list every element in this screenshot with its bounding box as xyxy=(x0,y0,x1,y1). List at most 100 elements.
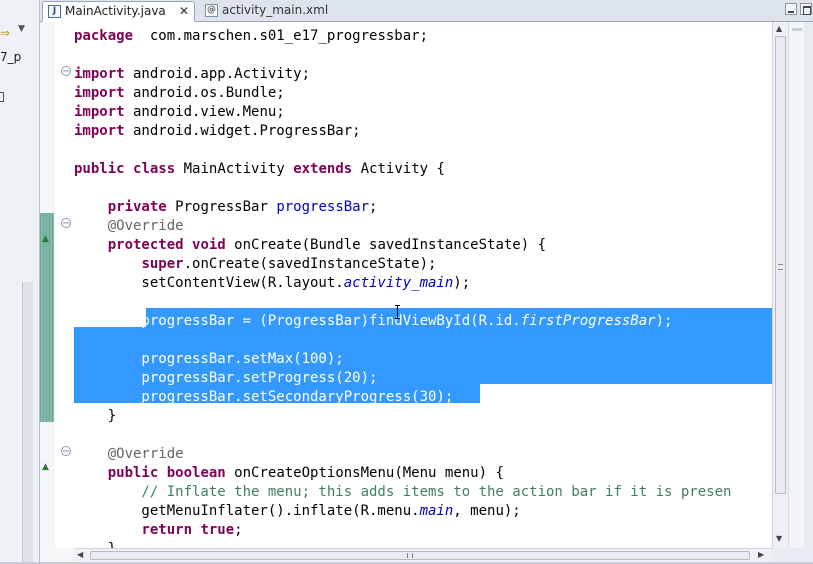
scroll-up-icon[interactable]: ▲ xyxy=(776,24,782,33)
code-line[interactable]: getMenuInflater().inflate(R.menu.main, m… xyxy=(74,502,521,521)
code-line[interactable]: progressBar.setMax(100); xyxy=(74,350,343,369)
code-token: progressBar = (ProgressBar)findViewById(… xyxy=(74,313,521,329)
code-line[interactable]: protected void onCreate(Bundle savedInst… xyxy=(74,236,546,255)
link-editor-icon[interactable]: ⇒ xyxy=(0,24,14,42)
changed-lines-marker xyxy=(40,213,54,422)
scroll-left-icon[interactable]: ◀ xyxy=(77,550,83,559)
code-line[interactable]: public class MainActivity extends Activi… xyxy=(74,160,445,179)
fold-toggle-icon[interactable]: − xyxy=(61,446,71,457)
code-line[interactable]: progressBar = (ProgressBar)findViewById(… xyxy=(74,312,672,331)
code-token: protected xyxy=(107,237,184,253)
code-line[interactable]: import android.os.Bundle; xyxy=(74,84,285,103)
code-token: main xyxy=(419,503,454,519)
code-token: void xyxy=(192,237,226,253)
code-line[interactable]: public boolean onCreateOptionsMenu(Menu … xyxy=(74,464,504,483)
code-token: import xyxy=(74,66,125,82)
project-tree-item[interactable]: 7_p xyxy=(0,50,30,64)
tab-label: MainActivity.java xyxy=(65,4,166,18)
tab-activity-main-xml[interactable]: @ activity_main.xml xyxy=(200,1,360,22)
code-token: .onCreate(savedInstanceState); xyxy=(183,256,437,272)
code-token: , menu); xyxy=(453,503,521,519)
code-token: class xyxy=(133,161,176,177)
scroll-down-icon[interactable]: ▼ xyxy=(776,534,782,543)
code-token: MainActivity xyxy=(175,161,294,177)
fold-toggle-icon[interactable]: − xyxy=(61,218,71,229)
code-line[interactable]: progressBar.setSecondaryProgress(30); xyxy=(74,388,453,407)
package-explorer-edge: ⇒ ▼ 7_p xyxy=(0,0,40,564)
override-marker-icon: ▲ xyxy=(42,462,49,472)
code-token: onCreate(Bundle savedInstanceState) { xyxy=(225,237,547,253)
code-line[interactable]: import android.app.Activity; xyxy=(74,65,310,84)
view-menu-icon[interactable]: ▼ xyxy=(18,24,25,34)
code-line[interactable]: package com.marschen.s01_e17_progressbar… xyxy=(74,27,428,46)
minimize-button[interactable] xyxy=(785,3,797,15)
horizontal-scrollbar[interactable]: ◀ ▶ xyxy=(74,548,772,562)
code-token: onCreateOptionsMenu(Menu menu) { xyxy=(225,465,504,481)
code-token: ; xyxy=(369,199,378,215)
code-line[interactable]: return true; xyxy=(74,521,243,540)
overview-marker[interactable] xyxy=(792,28,802,31)
xml-file-icon: @ xyxy=(205,4,218,17)
code-line[interactable]: import android.widget.ProgressBar; xyxy=(74,122,361,141)
code-token: ); xyxy=(655,313,673,329)
code-editor[interactable]: ▲ ▲ − − − package com.marschen.s01_e17_p… xyxy=(40,22,772,548)
code-token: getMenuInflater().inflate(R.menu. xyxy=(74,503,420,519)
code-token: } xyxy=(74,408,117,424)
code-token: return xyxy=(141,522,193,538)
text-cursor-icon xyxy=(395,305,403,319)
grip-icon xyxy=(778,264,783,270)
code-token: private xyxy=(107,199,167,215)
java-file-icon: J xyxy=(48,5,61,18)
tab-label: activity_main.xml xyxy=(222,3,329,17)
grip-icon xyxy=(407,553,413,558)
override-marker-icon: ▲ xyxy=(42,234,49,244)
code-token: import xyxy=(74,85,125,101)
code-token: activity_main xyxy=(343,275,454,291)
code-token: ; xyxy=(234,522,243,538)
code-line[interactable]: } xyxy=(74,540,116,548)
code-token: firstProgressBar xyxy=(520,313,656,329)
code-line[interactable]: progressBar.setProgress(20); xyxy=(74,369,377,388)
code-token: @Override xyxy=(74,446,184,462)
code-token: public xyxy=(107,465,159,481)
code-token: boolean xyxy=(166,465,226,481)
code-token: } xyxy=(74,541,116,548)
code-token: import xyxy=(74,123,125,139)
scroll-thumb[interactable] xyxy=(90,551,750,560)
code-line[interactable]: } xyxy=(74,407,116,426)
code-line[interactable]: setContentView(R.layout.activity_main); xyxy=(74,274,470,293)
close-icon[interactable]: ✕ xyxy=(179,2,189,21)
editor-tab-bar: J MainActivity.java ✕ @ activity_main.xm… xyxy=(40,0,813,22)
scroll-thumb[interactable] xyxy=(775,36,786,494)
code-token: android.widget.ProgressBar; xyxy=(124,123,361,139)
overview-ruler[interactable] xyxy=(788,22,804,548)
code-token: Activity { xyxy=(352,161,445,177)
code-line[interactable]: import android.view.Menu; xyxy=(74,103,285,122)
tab-mainactivity-java[interactable]: J MainActivity.java ✕ xyxy=(42,1,195,22)
code-token: android.view.Menu; xyxy=(124,104,285,120)
maximize-button[interactable] xyxy=(800,3,812,15)
change-ruler: ▲ ▲ xyxy=(40,22,55,548)
code-token: extends xyxy=(293,161,353,177)
explorer-scrollbar[interactable] xyxy=(22,282,33,564)
fold-toggle-icon[interactable]: − xyxy=(61,66,71,77)
code-token: import xyxy=(74,104,125,120)
code-token: android.app.Activity; xyxy=(124,66,311,82)
code-line[interactable]: super.onCreate(savedInstanceState); xyxy=(74,255,436,274)
code-line[interactable]: @Override xyxy=(74,217,184,236)
scroll-right-icon[interactable]: ▶ xyxy=(758,550,764,559)
code-line[interactable]: // Inflate the menu; this adds items to … xyxy=(74,483,731,502)
code-line[interactable]: @Override xyxy=(74,445,184,464)
code-line[interactable]: private ProgressBar progressBar; xyxy=(74,198,378,217)
code-token: @Override xyxy=(74,218,184,234)
vertical-scrollbar[interactable]: ▲ ▼ xyxy=(772,22,788,548)
code-token: ProgressBar xyxy=(166,199,277,215)
code-token: ); xyxy=(453,275,471,291)
code-token: progressBar xyxy=(276,199,370,215)
